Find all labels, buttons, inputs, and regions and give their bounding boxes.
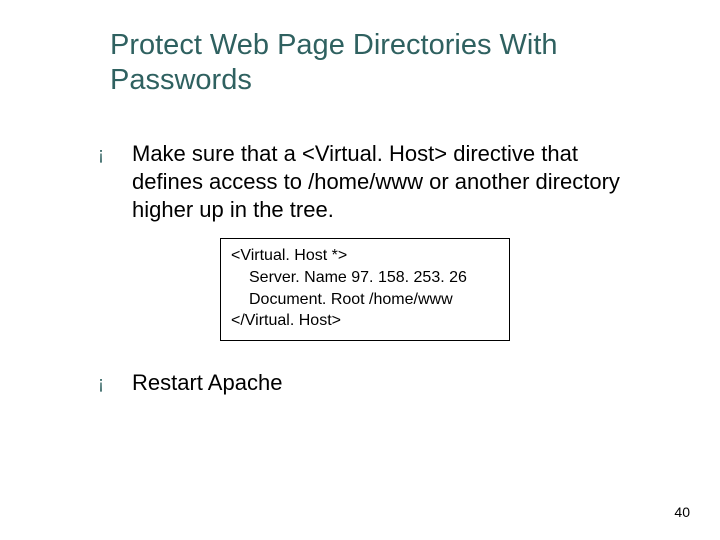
slide-body: ¡ Make sure that a <Virtual. Host> direc…: [98, 140, 638, 405]
bullet-text: Make sure that a <Virtual. Host> directi…: [132, 140, 638, 224]
code-line: Document. Root /home/www: [231, 289, 499, 311]
bullet-marker-icon: ¡: [98, 369, 132, 397]
bullet-text: Restart Apache: [132, 369, 282, 397]
bullet-item: ¡ Restart Apache: [98, 369, 638, 397]
code-line: <Virtual. Host *>: [231, 245, 499, 267]
bullet-item: ¡ Make sure that a <Virtual. Host> direc…: [98, 140, 638, 224]
slide: Protect Web Page Directories With Passwo…: [0, 0, 720, 540]
slide-title: Protect Web Page Directories With Passwo…: [110, 28, 650, 98]
page-number: 40: [674, 504, 690, 520]
code-line: Server. Name 97. 158. 253. 26: [231, 267, 499, 289]
code-line: </Virtual. Host>: [231, 310, 499, 332]
bullet-marker-icon: ¡: [98, 140, 132, 168]
code-block: <Virtual. Host *> Server. Name 97. 158. …: [220, 238, 510, 340]
